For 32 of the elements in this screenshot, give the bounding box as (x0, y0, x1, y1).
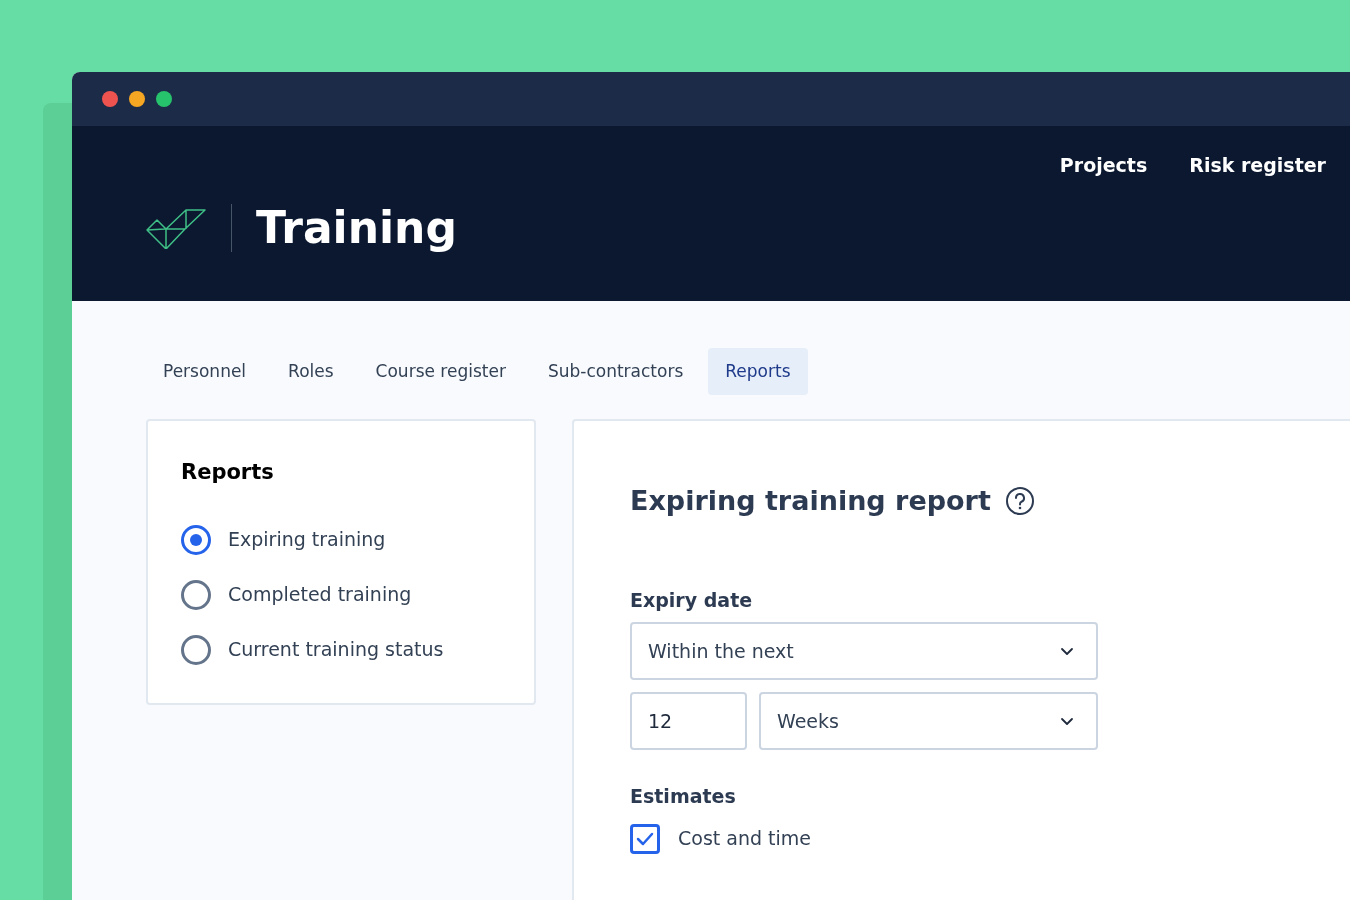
header-divider (231, 203, 232, 252)
radio-label: Expiring training (228, 527, 386, 553)
field-label: Expiry date (630, 587, 754, 613)
tab[interactable]: Course register (358, 348, 523, 395)
tab[interactable]: Reports (708, 348, 808, 395)
window-control[interactable] (156, 91, 172, 107)
tab[interactable]: Sub-contractors (530, 348, 701, 395)
range-select[interactable]: Within the next (630, 622, 1098, 680)
nav-link[interactable]: Risk register (1189, 151, 1326, 180)
radio-label: Current training status (228, 637, 444, 663)
card-title: Reports (181, 459, 275, 486)
window-control[interactable] (129, 91, 145, 107)
chevron-down-icon (1060, 716, 1074, 726)
chevron-down-icon (1060, 646, 1074, 656)
report-title: Expiring training report (630, 484, 991, 518)
tab[interactable]: Roles (271, 348, 351, 395)
logo-icon (146, 206, 206, 249)
help-icon[interactable] (1004, 486, 1035, 517)
checkmark-icon (636, 831, 654, 846)
page-title: Training (256, 205, 457, 250)
amount-field[interactable]: 12 (630, 692, 747, 750)
radio-button[interactable] (181, 579, 211, 610)
tab[interactable]: Personnel (146, 348, 264, 395)
radio-label: Completed training (228, 582, 412, 608)
field-label: Estimates (630, 784, 737, 809)
window-control[interactable] (102, 91, 118, 107)
unit-select[interactable]: Weeks (759, 692, 1098, 750)
nav-link[interactable]: Projects (1059, 151, 1148, 180)
radio-button[interactable] (181, 524, 211, 555)
checkbox[interactable] (630, 823, 660, 854)
radio-button[interactable] (181, 634, 211, 665)
checkbox-label: Cost and time (678, 826, 811, 852)
